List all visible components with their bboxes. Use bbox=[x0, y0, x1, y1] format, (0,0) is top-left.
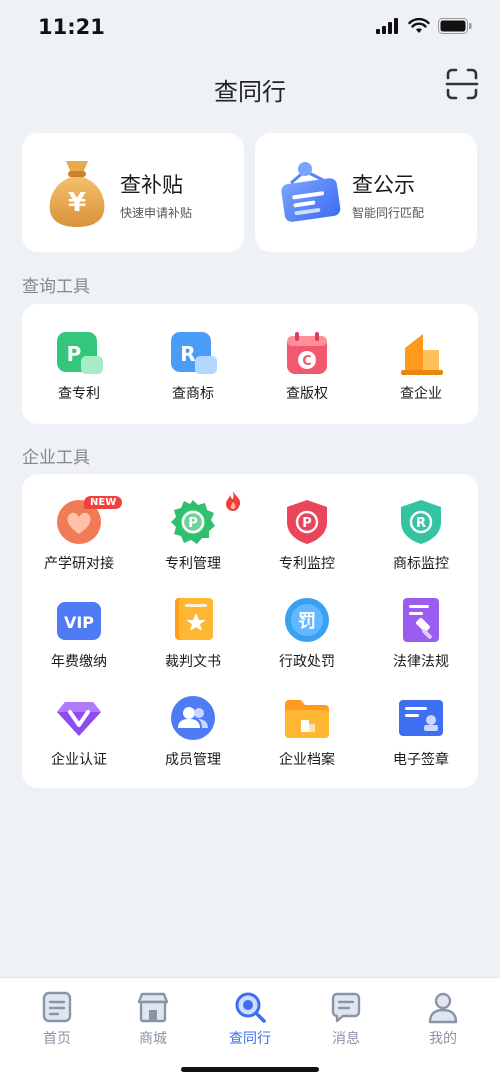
subsidy-subtitle: 快速申请补贴 bbox=[120, 206, 193, 220]
wifi-icon bbox=[408, 18, 430, 33]
message-icon bbox=[331, 992, 361, 1023]
store-icon bbox=[137, 992, 169, 1023]
tool-label: 查企业 bbox=[400, 386, 442, 402]
tool-label: 查商标 bbox=[172, 386, 214, 402]
svg-text:P: P bbox=[302, 516, 312, 531]
svg-text:VIP: VIP bbox=[64, 613, 94, 632]
tool-label: 行政处罚 bbox=[279, 654, 335, 670]
page-title: 查同行 bbox=[214, 78, 286, 106]
svg-text:C: C bbox=[302, 354, 312, 369]
law-gavel-icon bbox=[397, 596, 445, 644]
tab-store[interactable]: 商城 bbox=[103, 990, 203, 1048]
tab-home[interactable]: 首页 bbox=[7, 990, 107, 1048]
profile-icon bbox=[428, 992, 458, 1024]
tab-label: 消息 bbox=[332, 1031, 360, 1047]
e-seal-icon bbox=[397, 694, 445, 742]
hot-flame-icon bbox=[224, 490, 242, 512]
vip-icon: VIP bbox=[55, 596, 103, 644]
tool-label: 查版权 bbox=[286, 386, 328, 402]
tool-label: 查专利 bbox=[58, 386, 100, 402]
home-doc-icon bbox=[42, 991, 72, 1023]
signal-icon bbox=[376, 18, 398, 34]
tab-peer-search[interactable]: 查同行 bbox=[200, 990, 300, 1048]
money-bag-icon: ¥ bbox=[46, 157, 108, 229]
new-badge: NEW bbox=[84, 496, 123, 509]
svg-text:P: P bbox=[67, 342, 82, 366]
trademark-shield-icon: R bbox=[397, 498, 445, 546]
tool-label: 年费缴纳 bbox=[51, 654, 107, 670]
query-tools-panel: P 查专利 R 查商标 C 查版权 查企业 bbox=[22, 304, 478, 424]
search-icon bbox=[235, 992, 266, 1023]
patent-gear-icon: P bbox=[169, 498, 217, 546]
notice-title: 查公示 bbox=[352, 173, 415, 197]
tab-profile[interactable]: 我的 bbox=[393, 990, 493, 1048]
scan-icon bbox=[445, 68, 479, 100]
patent-icon: P bbox=[55, 330, 103, 378]
tool-label: 法律法规 bbox=[393, 654, 449, 670]
patent-shield-icon: P bbox=[283, 498, 331, 546]
tab-label: 我的 bbox=[429, 1031, 457, 1047]
tab-label: 首页 bbox=[43, 1031, 71, 1047]
verified-v-icon bbox=[55, 694, 103, 742]
tool-label: 企业认证 bbox=[51, 752, 107, 768]
tool-label: 商标监控 bbox=[393, 556, 449, 572]
new-badge-text: NEW bbox=[90, 497, 117, 508]
scan-button[interactable] bbox=[444, 66, 480, 102]
status-icons bbox=[376, 18, 472, 34]
notice-board-icon bbox=[281, 161, 343, 233]
trademark-icon: R bbox=[169, 330, 217, 378]
subsidy-card[interactable]: ¥ 查补贴 快速申请补贴 bbox=[22, 133, 244, 252]
battery-icon bbox=[438, 18, 472, 34]
enterprise-icon bbox=[397, 330, 445, 378]
svg-text:¥: ¥ bbox=[68, 188, 86, 218]
svg-text:R: R bbox=[180, 342, 195, 366]
tab-label: 查同行 bbox=[229, 1031, 271, 1047]
tool-label: 产学研对接 bbox=[44, 556, 114, 572]
copyright-icon: C bbox=[283, 330, 331, 378]
tool-label: 裁判文书 bbox=[165, 654, 221, 670]
header: 查同行 bbox=[0, 60, 500, 116]
folder-archive-icon bbox=[283, 694, 331, 742]
svg-text:P: P bbox=[188, 516, 198, 531]
status-bar: 11:21 bbox=[0, 0, 500, 56]
subsidy-title: 查补贴 bbox=[120, 173, 183, 197]
tool-label: 成员管理 bbox=[165, 752, 221, 768]
tab-messages[interactable]: 消息 bbox=[296, 990, 396, 1048]
judgment-doc-icon bbox=[169, 596, 217, 644]
enterprise-tools-panel: NEW 产学研对接 P 专利管理 P 专利监控 R 商标监控 VIP 年费缴纳 … bbox=[22, 474, 478, 788]
svg-text:罚: 罚 bbox=[298, 611, 316, 632]
notice-subtitle: 智能同行匹配 bbox=[352, 206, 425, 220]
tab-label: 商城 bbox=[139, 1031, 167, 1047]
penalty-icon: 罚 bbox=[283, 596, 331, 644]
tool-label: 电子签章 bbox=[393, 752, 449, 768]
members-icon bbox=[169, 694, 217, 742]
tool-label: 专利管理 bbox=[165, 556, 221, 572]
home-indicator bbox=[181, 1067, 319, 1072]
tool-label: 企业档案 bbox=[279, 752, 335, 768]
svg-text:R: R bbox=[416, 516, 426, 531]
notice-card[interactable]: 查公示 智能同行匹配 bbox=[255, 133, 477, 252]
tool-label: 专利监控 bbox=[279, 556, 335, 572]
query-tools-label: 查询工具 bbox=[22, 277, 90, 297]
enterprise-tools-label: 企业工具 bbox=[22, 448, 90, 468]
status-time: 11:21 bbox=[38, 15, 105, 39]
